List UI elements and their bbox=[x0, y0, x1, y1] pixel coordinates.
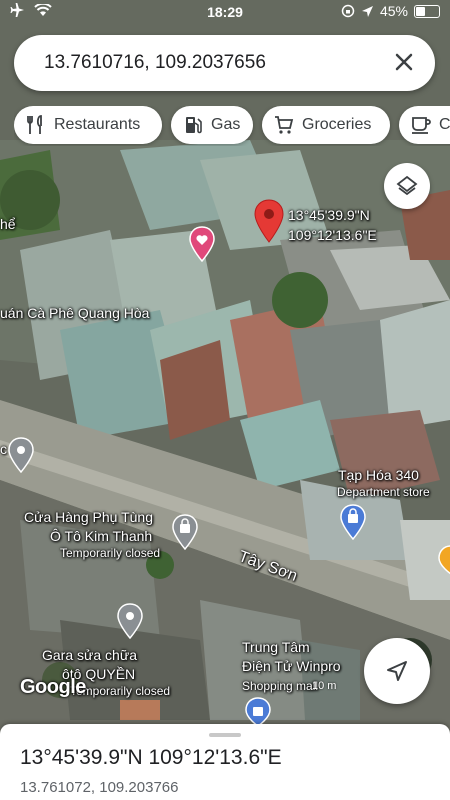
shopping-pin-taphoa-icon[interactable] bbox=[340, 504, 366, 540]
status-bar: 18:29 45% bbox=[0, 0, 450, 26]
place-label-cafe-quang-hoa[interactable]: uán Cà Phê Quang Hòa bbox=[0, 304, 149, 322]
close-icon[interactable] bbox=[389, 47, 419, 77]
place-label-taphoa-type: Department store bbox=[337, 485, 430, 499]
battery-icon bbox=[414, 4, 440, 18]
category-chips: Restaurants Gas Groceries Co bbox=[14, 106, 450, 146]
chip-groceries[interactable]: Groceries bbox=[262, 106, 390, 144]
place-label-far-left[interactable]: c bbox=[0, 440, 7, 458]
search-query[interactable]: 13.7610716, 109.2037656 bbox=[44, 52, 266, 74]
coffee-icon bbox=[412, 117, 431, 134]
place-pin-gara-icon[interactable] bbox=[117, 603, 143, 639]
place-label-fragment[interactable]: hể bbox=[0, 215, 16, 233]
dropped-pin-lat-label: 13°45'39.9"N bbox=[288, 207, 370, 223]
shopping-pin-trungtam-icon[interactable] bbox=[245, 697, 271, 727]
drag-handle[interactable] bbox=[209, 733, 241, 737]
layers-icon bbox=[396, 175, 418, 196]
dropped-pin-lng-label: 109°12'13.6"E bbox=[288, 227, 377, 243]
place-coordinates: 13.761072, 109.203766 bbox=[20, 779, 179, 796]
navigate-button[interactable] bbox=[364, 638, 430, 704]
place-pin-gray-left-icon[interactable] bbox=[8, 437, 34, 473]
chip-restaurants[interactable]: Restaurants bbox=[14, 106, 162, 144]
chip-gas[interactable]: Gas bbox=[171, 106, 253, 144]
map-scale: 10 m bbox=[312, 680, 337, 692]
chip-coffee[interactable]: Co bbox=[399, 106, 450, 144]
chip-label: Co bbox=[439, 116, 450, 133]
place-label-taphoa[interactable]: Tạp Hóa 340 bbox=[338, 466, 419, 484]
place-label-trungtam-line1[interactable]: Trung Tâm bbox=[242, 638, 310, 656]
location-arrow-icon bbox=[361, 5, 373, 17]
place-label-trungtam-type: Shopping mall bbox=[242, 679, 319, 693]
place-label-cuahang-status: Temporarily closed bbox=[60, 546, 161, 560]
dropped-pin-icon[interactable] bbox=[254, 199, 284, 243]
layers-button[interactable] bbox=[384, 163, 430, 209]
place-label-gara-line1[interactable]: Gara sửa chữa bbox=[42, 646, 137, 664]
chip-label: Restaurants bbox=[54, 116, 141, 133]
place-label-cuahang-line2[interactable]: Ô Tô Kim Thanh bbox=[50, 527, 152, 545]
restaurant-icon bbox=[27, 115, 42, 134]
place-label-cuahang-line1[interactable]: Cửa Hàng Phụ Tùng bbox=[24, 508, 153, 526]
gas-station-icon bbox=[186, 117, 202, 134]
place-title: 13°45'39.9"N 109°12'13.6"E bbox=[20, 746, 282, 769]
shopping-pin-cuahang-icon[interactable] bbox=[172, 514, 198, 550]
navigation-arrow-icon bbox=[387, 661, 407, 681]
place-label-trungtam-line2[interactable]: Điện Tử Winpro bbox=[242, 657, 341, 675]
place-pin-edge-icon[interactable] bbox=[438, 545, 450, 575]
cart-icon bbox=[275, 116, 294, 134]
bottom-sheet[interactable]: 13°45'39.9"N 109°12'13.6"E 13.761072, 10… bbox=[0, 724, 450, 800]
saved-place-heart-icon[interactable] bbox=[189, 226, 215, 262]
screen-lock-rotation-icon bbox=[341, 4, 355, 18]
chip-label: Groceries bbox=[302, 116, 372, 133]
battery-percent: 45% bbox=[379, 3, 408, 19]
google-logo: Google bbox=[20, 676, 86, 698]
chip-label: Gas bbox=[211, 116, 241, 133]
search-bar[interactable]: 13.7610716, 109.2037656 bbox=[14, 35, 435, 91]
